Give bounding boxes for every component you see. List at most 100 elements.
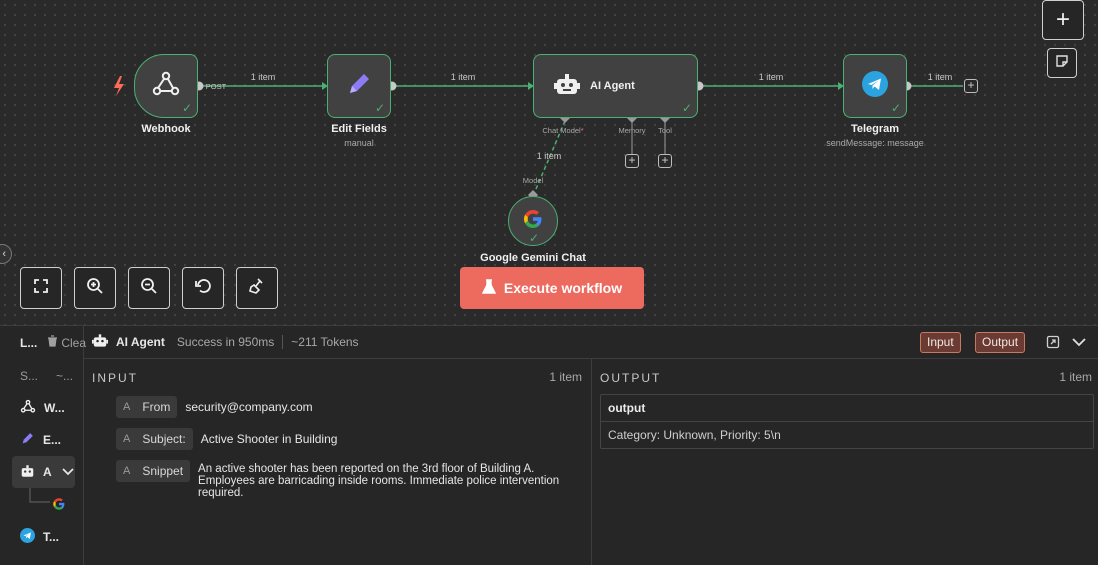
edge-item-count: 1 item [927, 72, 953, 82]
robot-icon [20, 464, 35, 481]
field-key-label: Snippet [142, 464, 184, 478]
log-item-telegram[interactable]: T... [12, 521, 75, 553]
input-field-from: A From security@company.com [116, 396, 313, 418]
chat-model-port-label: Chat Model* [542, 126, 584, 135]
edge-item-count: 1 item [250, 72, 276, 82]
execution-status: Success in 950ms [176, 335, 275, 349]
add-tool-button[interactable]: + [658, 154, 672, 168]
log-item-edit-fields[interactable]: E... [12, 424, 75, 456]
field-key: A Snippet [116, 460, 191, 482]
success-check-icon: ✓ [181, 101, 192, 115]
edge-item-count: 1 item [536, 151, 562, 161]
telegram-icon [862, 70, 888, 102]
edge-item-count: 1 item [450, 72, 476, 82]
workflow-canvas[interactable]: ✓ Webhook POST 1 item ✓ Edit Fields manu… [0, 0, 1098, 325]
output-title: OUTPUT [600, 371, 662, 385]
fit-view-button[interactable] [20, 267, 62, 309]
telegram-node-name: Telegram [850, 123, 900, 135]
edit-fields-node-subtitle: manual [344, 138, 374, 148]
string-type-icon: A [123, 433, 131, 445]
webhook-icon [20, 399, 36, 417]
google-icon [52, 497, 66, 514]
logs-header: L... Clea [0, 326, 86, 359]
trash-icon [47, 335, 58, 350]
log-item-label: E... [43, 433, 62, 447]
webhook-node[interactable]: ✓ [134, 54, 198, 118]
output-table: output Category: Unknown, Priority: 5\n [600, 394, 1094, 449]
clear-logs-label: Clea [61, 335, 87, 350]
add-memory-button[interactable]: + [625, 154, 639, 168]
robot-icon [554, 72, 580, 101]
output-toggle-button[interactable]: Output [975, 332, 1026, 353]
execute-workflow-button[interactable]: Execute workflow [460, 267, 644, 309]
zoom-in-icon [86, 277, 104, 300]
zoom-in-button[interactable] [74, 267, 116, 309]
log-item-label: W... [44, 401, 65, 415]
input-item-count: 1 item [549, 370, 582, 384]
edit-fields-node-name: Edit Fields [331, 123, 387, 135]
robot-icon [92, 333, 108, 351]
execution-node-title: AI Agent [116, 335, 165, 349]
add-node-button[interactable]: + [1042, 0, 1084, 40]
log-item-label: T... [43, 530, 60, 544]
chevron-down-icon[interactable] [1072, 336, 1086, 350]
header-divider [282, 335, 284, 349]
input-title: INPUT [92, 371, 138, 385]
log-item-gemini[interactable] [46, 489, 76, 521]
pencil-icon [20, 431, 35, 449]
sticky-note-icon [1055, 54, 1069, 73]
model-port-label: Model [522, 176, 544, 185]
input-field-subject: A Subject: Active Shooter in Building [116, 428, 337, 450]
input-section: INPUT 1 item A From security@company.com … [84, 359, 592, 565]
field-value: An active shooter has been reported on t… [198, 463, 560, 499]
logs-title: L... [20, 335, 38, 350]
input-toggle-button[interactable]: Input [920, 332, 961, 353]
ai-agent-node-name: AI Agent [590, 80, 635, 92]
field-value: Active Shooter in Building [200, 432, 338, 446]
zoom-out-button[interactable] [128, 267, 170, 309]
logs-sidebar: L... Clea S... ~... W... E... A T... [0, 326, 86, 565]
logs-subheader: S... ~... [20, 369, 73, 383]
memory-port-label: Memory [618, 126, 646, 135]
input-field-snippet: A Snippet An active shooter has been repo… [116, 460, 583, 499]
success-check-icon: ✓ [528, 231, 539, 245]
output-cell[interactable]: Category: Unknown, Priority: 5\n [601, 422, 1093, 448]
reset-zoom-button[interactable] [182, 267, 224, 309]
ai-agent-node[interactable]: AI Agent ✓ [533, 54, 698, 118]
webhook-icon [151, 70, 181, 103]
undo-icon [194, 277, 212, 300]
gemini-node-name: Google Gemini Chat [480, 252, 586, 264]
webhook-node-name: Webhook [141, 123, 191, 135]
fit-view-icon [33, 278, 49, 299]
field-key: A Subject: [116, 428, 193, 450]
pop-out-icon[interactable] [1046, 335, 1060, 352]
success-check-icon: ✓ [374, 101, 385, 115]
field-key-label: From [142, 400, 171, 414]
tidy-up-button[interactable] [236, 267, 278, 309]
logs-sub-b: ~... [56, 369, 74, 383]
tool-port-label: Tool [658, 126, 672, 135]
zoom-out-icon [140, 277, 158, 300]
string-type-icon: A [123, 401, 131, 413]
telegram-icon [20, 528, 35, 546]
output-section: OUTPUT 1 item output Category: Unknown, … [592, 359, 1098, 565]
output-column-header: output [601, 395, 1093, 422]
add-next-node-button[interactable]: + [964, 79, 978, 93]
field-key: A From [116, 396, 178, 418]
field-value: security@company.com [185, 400, 313, 414]
flask-icon [481, 278, 496, 298]
broom-icon [248, 277, 266, 300]
google-gemini-node[interactable]: ✓ [508, 196, 558, 246]
edit-fields-node[interactable]: ✓ [327, 54, 391, 118]
chevron-down-icon[interactable] [62, 465, 74, 479]
edge-item-count: 1 item [758, 72, 784, 82]
telegram-node[interactable]: ✓ [843, 54, 907, 118]
log-item-webhook[interactable]: W... [12, 392, 75, 424]
clear-logs-button[interactable]: Clea [47, 335, 86, 350]
output-item-count: 1 item [1059, 370, 1092, 384]
sticky-note-button[interactable] [1047, 48, 1077, 78]
field-key-label: Subject: [142, 432, 186, 446]
log-item-ai-agent[interactable]: A [12, 456, 75, 488]
telegram-node-subtitle: sendMessage: message [826, 138, 924, 148]
token-count: ~211 Tokens [291, 335, 359, 349]
